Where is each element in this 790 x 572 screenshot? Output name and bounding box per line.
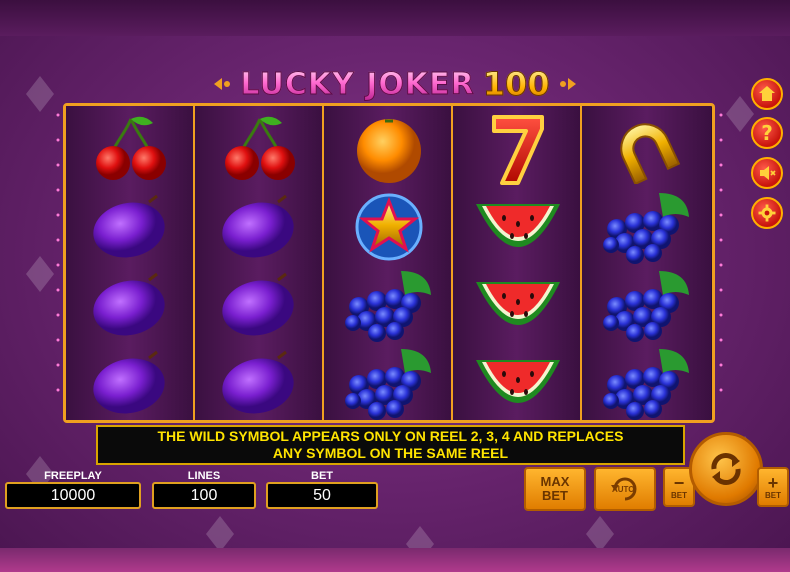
grapes-icon — [602, 271, 689, 342]
bet-value: 50 — [266, 482, 378, 509]
lines-value: 100 — [152, 482, 256, 509]
orange-icon — [356, 119, 421, 183]
grapes-icon — [344, 271, 431, 342]
lines-label: LINES — [187, 470, 221, 482]
grapes-icon — [344, 349, 431, 420]
watermelon-icon — [475, 282, 560, 325]
reel-5 — [582, 106, 711, 420]
symbol-plum — [66, 188, 195, 266]
plum-icon — [221, 350, 294, 414]
watermelon-icon — [475, 204, 560, 247]
spin-button[interactable] — [689, 432, 763, 506]
max-bet-line2: BET — [542, 488, 568, 503]
reel-3 — [324, 106, 453, 420]
symbol-horseshoe — [582, 110, 711, 188]
title-ornament-left-icon — [214, 78, 231, 90]
cherry-icon — [224, 116, 295, 180]
symbol-cherry — [66, 110, 195, 188]
top-bar — [0, 0, 790, 36]
bet-minus-label: BET — [671, 490, 687, 500]
horseshoe-icon — [619, 123, 680, 184]
star-icon — [355, 193, 422, 261]
reels-frame — [63, 103, 715, 423]
symbol-cherry — [195, 110, 324, 188]
plum-icon — [92, 350, 165, 414]
symbol-watermelon — [453, 266, 582, 344]
symbol-plum — [195, 188, 324, 266]
symbol-plum — [195, 266, 324, 344]
cherry-icon — [95, 116, 166, 180]
symbol-grapes — [582, 188, 711, 266]
symbol-orange — [324, 110, 453, 188]
minus-icon: − — [673, 472, 685, 493]
home-button[interactable] — [751, 78, 783, 110]
help-button[interactable]: ? — [751, 117, 783, 149]
symbol-plum — [66, 266, 195, 344]
title-main: LUCKY JOKER — [240, 66, 475, 102]
reel-4 — [453, 106, 582, 420]
reel-2 — [195, 106, 324, 420]
symbol-plum — [195, 344, 324, 422]
settings-button[interactable] — [751, 197, 783, 229]
symbol-watermelon — [453, 344, 582, 422]
info-message: THE WILD SYMBOL APPEARS ONLY ON REEL 2, … — [157, 428, 624, 461]
freeplay-value: 10000 — [5, 482, 141, 509]
sound-off-icon — [760, 166, 776, 180]
grapes-icon — [602, 349, 689, 420]
plus-icon: + — [767, 472, 779, 493]
freeplay-label: FREEPLAY — [44, 470, 102, 482]
gear-icon — [758, 204, 776, 222]
left-line-markers — [56, 113, 60, 392]
symbol-grapes — [324, 344, 453, 422]
max-bet-line1: MAX — [540, 474, 570, 489]
symbol-seven — [453, 110, 582, 188]
seven-icon — [491, 115, 544, 185]
game-title: LUCKY JOKER 100 — [190, 64, 600, 104]
title-ornament-right-icon — [559, 78, 576, 90]
auto-label: AUTO — [612, 485, 635, 494]
reel-1 — [66, 106, 195, 420]
symbol-plum — [66, 344, 195, 422]
spin-icon — [711, 453, 741, 485]
info-banner: THE WILD SYMBOL APPEARS ONLY ON REEL 2, … — [96, 425, 685, 465]
symbol-watermelon — [453, 188, 582, 266]
help-icon: ? — [761, 121, 773, 145]
bet-label: BET — [311, 470, 333, 482]
grapes-icon — [602, 193, 689, 264]
sound-button[interactable] — [751, 157, 783, 189]
bottom-bar — [0, 548, 790, 572]
plum-icon — [92, 272, 165, 336]
plum-icon — [92, 194, 165, 258]
bet-increase-button[interactable]: + BET — [757, 467, 789, 507]
symbol-grapes — [582, 266, 711, 344]
watermelon-icon — [475, 360, 560, 403]
symbol-grapes — [582, 344, 711, 422]
symbol-star — [324, 188, 453, 266]
title-number: 100 — [482, 65, 550, 104]
bet-plus-label: BET — [765, 490, 781, 500]
plum-icon — [221, 194, 294, 258]
right-line-markers — [719, 113, 723, 392]
max-bet-button[interactable]: MAX BET — [524, 467, 586, 511]
symbol-grapes — [324, 266, 453, 344]
plum-icon — [221, 272, 294, 336]
auto-button[interactable]: AUTO — [594, 467, 656, 511]
home-icon — [759, 86, 775, 101]
